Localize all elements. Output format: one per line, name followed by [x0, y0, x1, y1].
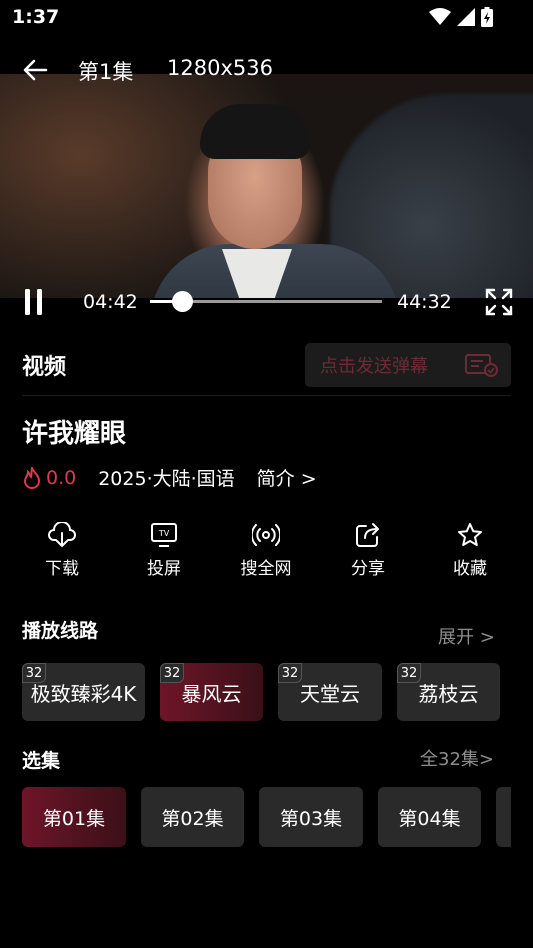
- episode-item[interactable]: 第02集: [141, 787, 244, 847]
- episode-item[interactable]: 第04集: [378, 787, 481, 847]
- intro-link[interactable]: 简介 >: [257, 464, 317, 491]
- total-time: 44:32: [397, 291, 452, 313]
- route-chip[interactable]: 32 极致臻彩4K: [22, 663, 145, 721]
- wifi-icon: [429, 8, 451, 25]
- show-meta: 2025·大陆·国语: [98, 468, 235, 490]
- video-frame[interactable]: [0, 74, 533, 298]
- route-badge: 32: [22, 663, 46, 683]
- meta-row: 0.0 2025·大陆·国语 简介 >: [22, 464, 317, 491]
- favorite-button[interactable]: 收藏: [430, 522, 510, 579]
- star-icon: [458, 523, 482, 546]
- episode-item-active[interactable]: 第01集: [22, 787, 126, 847]
- route-chip[interactable]: 32 荔枝云: [397, 663, 500, 721]
- route-badge: 32: [397, 663, 421, 683]
- divider: [22, 395, 511, 396]
- current-time: 04:42: [83, 291, 138, 313]
- show-title: 许我耀眼: [22, 419, 127, 449]
- routes-heading: 播放线路: [22, 620, 99, 642]
- episodes-heading: 选集: [22, 750, 61, 772]
- action-label: 收藏: [453, 559, 487, 579]
- action-label: 搜全网: [240, 559, 292, 579]
- status-time: 1:37: [12, 6, 60, 28]
- episode-item[interactable]: 第03集: [259, 787, 363, 847]
- cast-button[interactable]: TV 投屏: [124, 522, 204, 579]
- danmaku-icon: [465, 354, 498, 377]
- svg-text:TV: TV: [158, 529, 170, 538]
- download-icon: [48, 522, 76, 548]
- route-label: 极致臻彩4K: [30, 681, 137, 706]
- status-icons: [429, 7, 493, 27]
- route-badge: 32: [160, 663, 184, 683]
- share-button[interactable]: 分享: [328, 522, 408, 579]
- action-label: 下载: [45, 559, 79, 579]
- download-button[interactable]: 下载: [22, 522, 102, 579]
- fire-icon: [23, 466, 41, 489]
- route-label: 暴风云: [181, 681, 242, 706]
- danmaku-placeholder: 点击发送弹幕: [320, 356, 428, 377]
- battery-icon: [481, 7, 493, 27]
- seek-thumb[interactable]: [172, 291, 194, 312]
- resolution-label: 1280x536: [167, 56, 273, 80]
- action-label: 投屏: [147, 559, 181, 579]
- pause-icon[interactable]: [22, 289, 46, 315]
- search-all-button[interactable]: 搜全网: [226, 522, 306, 579]
- signal-icon: [457, 8, 475, 26]
- rating-value: 0.0: [46, 466, 77, 489]
- fullscreen-icon[interactable]: [484, 287, 514, 317]
- episode-item-partial[interactable]: [496, 787, 511, 847]
- back-arrow-icon[interactable]: [20, 55, 50, 85]
- route-chip-active[interactable]: 32 暴风云: [160, 663, 263, 721]
- episode-title: 第1集: [78, 60, 134, 84]
- route-badge: 32: [278, 663, 302, 683]
- share-icon: [356, 523, 379, 547]
- routes-expand[interactable]: 展开 >: [438, 623, 495, 649]
- action-label: 分享: [351, 559, 385, 579]
- tv-cast-icon: TV: [151, 523, 177, 547]
- broadcast-icon: [252, 524, 280, 546]
- section-video-label: 视频: [22, 355, 67, 380]
- danmaku-send-button[interactable]: 点击发送弹幕: [305, 343, 511, 387]
- route-chip[interactable]: 32 天堂云: [278, 663, 382, 721]
- route-label: 荔枝云: [418, 681, 479, 706]
- route-label: 天堂云: [300, 681, 360, 706]
- episodes-all-link[interactable]: 全32集>: [420, 745, 494, 771]
